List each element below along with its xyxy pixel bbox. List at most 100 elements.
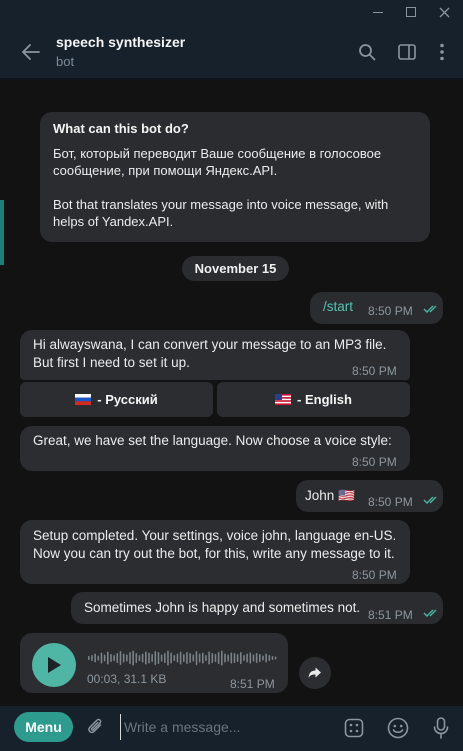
waveform-bar bbox=[157, 652, 160, 664]
read-ticks-icon bbox=[423, 305, 437, 313]
waveform-bar bbox=[103, 654, 106, 662]
close-window-button[interactable] bbox=[429, 0, 459, 24]
waveform-bar bbox=[113, 655, 115, 661]
message-text[interactable]: Setup completed. Your settings, voice jo… bbox=[33, 527, 403, 563]
waveform-bar bbox=[173, 655, 176, 661]
waveform-bar bbox=[97, 655, 100, 661]
waveform-bar bbox=[211, 653, 214, 663]
minimize-button[interactable] bbox=[363, 0, 393, 24]
russia-flag-icon bbox=[75, 394, 92, 405]
emoji-button[interactable] bbox=[384, 714, 412, 742]
search-icon bbox=[359, 44, 376, 61]
waveform-bar bbox=[274, 656, 277, 660]
paperclip-icon bbox=[88, 718, 102, 734]
keyboard-button-russian[interactable]: - Русский bbox=[20, 382, 213, 417]
message-text[interactable]: Sometimes John is happy and sometimes no… bbox=[84, 599, 360, 617]
play-button[interactable] bbox=[32, 643, 76, 687]
waveform-bar bbox=[268, 655, 271, 661]
waveform-bar bbox=[110, 654, 112, 662]
waveform-bar bbox=[271, 656, 274, 660]
bot-info-card: What can this bot do? Бот, который перев… bbox=[40, 112, 430, 242]
waveform-bar bbox=[119, 651, 122, 665]
search-button[interactable] bbox=[353, 38, 381, 66]
waveform-bar bbox=[88, 656, 90, 660]
incoming-message[interactable]: Hi alwayswana, I can convert your messag… bbox=[20, 330, 410, 380]
microphone-icon bbox=[433, 717, 449, 739]
waveform-bar bbox=[214, 654, 217, 662]
waveform-bar bbox=[230, 652, 233, 664]
outgoing-message[interactable]: John 🇺🇸 8:50 PM bbox=[296, 480, 443, 512]
message-time: 8:51 PM bbox=[230, 677, 275, 691]
waveform-bar bbox=[129, 652, 131, 664]
sidebar-toggle-button[interactable] bbox=[393, 38, 421, 66]
voice-record-button[interactable] bbox=[427, 714, 455, 742]
message-text[interactable]: Great, we have set the language. Now cho… bbox=[33, 432, 403, 450]
waveform-bar bbox=[224, 653, 226, 663]
bot-info-title: What can this bot do? bbox=[53, 121, 189, 136]
read-ticks-icon bbox=[423, 496, 437, 504]
incoming-message[interactable]: Great, we have set the language. Now cho… bbox=[20, 426, 410, 471]
waveform[interactable] bbox=[88, 650, 278, 666]
close-icon bbox=[439, 7, 449, 17]
chat-history[interactable]: What can this bot do? Бот, который перев… bbox=[0, 80, 463, 706]
outgoing-message[interactable]: /start 8:50 PM bbox=[310, 292, 443, 324]
waveform-bar bbox=[246, 653, 248, 663]
message-time: 8:50 PM bbox=[352, 455, 397, 469]
waveform-bar bbox=[164, 653, 166, 663]
waveform-bar bbox=[160, 654, 163, 662]
message-time: 8:50 PM bbox=[352, 364, 397, 378]
waveform-bar bbox=[189, 653, 191, 663]
sidebar-toggle-icon bbox=[398, 44, 416, 60]
waveform-bar bbox=[170, 652, 172, 664]
waveform-bar bbox=[100, 652, 103, 664]
waveform-bar bbox=[236, 654, 239, 662]
waveform-bar bbox=[176, 653, 179, 663]
waveform-bar bbox=[198, 653, 201, 663]
waveform-bar bbox=[240, 652, 242, 664]
waveform-bar bbox=[227, 654, 229, 662]
play-icon bbox=[48, 657, 61, 673]
back-arrow-icon bbox=[22, 44, 40, 60]
message-text[interactable]: John 🇺🇸 bbox=[305, 487, 355, 505]
waveform-bar bbox=[243, 655, 245, 661]
message-text[interactable]: Hi alwayswana, I can convert your messag… bbox=[33, 336, 393, 372]
bot-info-text: Бот, который переводит Ваше сообщение в … bbox=[53, 146, 389, 229]
waveform-bar bbox=[167, 650, 169, 666]
more-vert-icon bbox=[440, 43, 444, 61]
maximize-button[interactable] bbox=[396, 0, 426, 24]
waveform-bar bbox=[249, 652, 252, 664]
message-text[interactable]: /start bbox=[323, 298, 353, 316]
voice-message[interactable]: 00:03, 31.1 KB 8:51 PM bbox=[20, 633, 288, 693]
waveform-bar bbox=[183, 654, 185, 662]
chat-title[interactable]: speech synthesizer bbox=[56, 34, 185, 50]
waveform-bar bbox=[148, 652, 150, 664]
waveform-bar bbox=[233, 653, 236, 663]
outgoing-message[interactable]: Sometimes John is happy and sometimes no… bbox=[71, 592, 443, 624]
bot-commands-icon bbox=[344, 718, 364, 738]
chat-subtitle: bot bbox=[56, 54, 75, 69]
bot-commands-button[interactable] bbox=[340, 714, 368, 742]
waveform-bar bbox=[145, 651, 147, 665]
waveform-bar bbox=[126, 654, 128, 662]
waveform-bar bbox=[94, 653, 96, 663]
minimize-icon bbox=[373, 11, 383, 13]
keyboard-button-english[interactable]: - English bbox=[217, 382, 410, 417]
keyboard-button-label: - Русский bbox=[97, 392, 158, 407]
more-options-button[interactable] bbox=[428, 38, 456, 66]
incoming-message[interactable]: Setup completed. Your settings, voice jo… bbox=[20, 520, 410, 584]
bot-menu-button[interactable]: Menu bbox=[14, 712, 73, 742]
waveform-bar bbox=[116, 653, 119, 663]
emoji-icon bbox=[387, 717, 409, 739]
waveform-bar bbox=[259, 654, 261, 662]
forward-button[interactable] bbox=[299, 657, 331, 689]
message-time: 8:50 PM bbox=[368, 495, 413, 509]
back-button[interactable] bbox=[18, 39, 44, 65]
attach-button[interactable] bbox=[82, 714, 110, 742]
message-composer: Menu bbox=[0, 706, 463, 751]
waveform-bar bbox=[265, 653, 267, 663]
waveform-bar bbox=[132, 650, 134, 666]
waveform-bar bbox=[135, 653, 138, 663]
message-input[interactable] bbox=[120, 714, 320, 740]
waveform-bar bbox=[122, 653, 125, 663]
waveform-bar bbox=[205, 655, 207, 661]
